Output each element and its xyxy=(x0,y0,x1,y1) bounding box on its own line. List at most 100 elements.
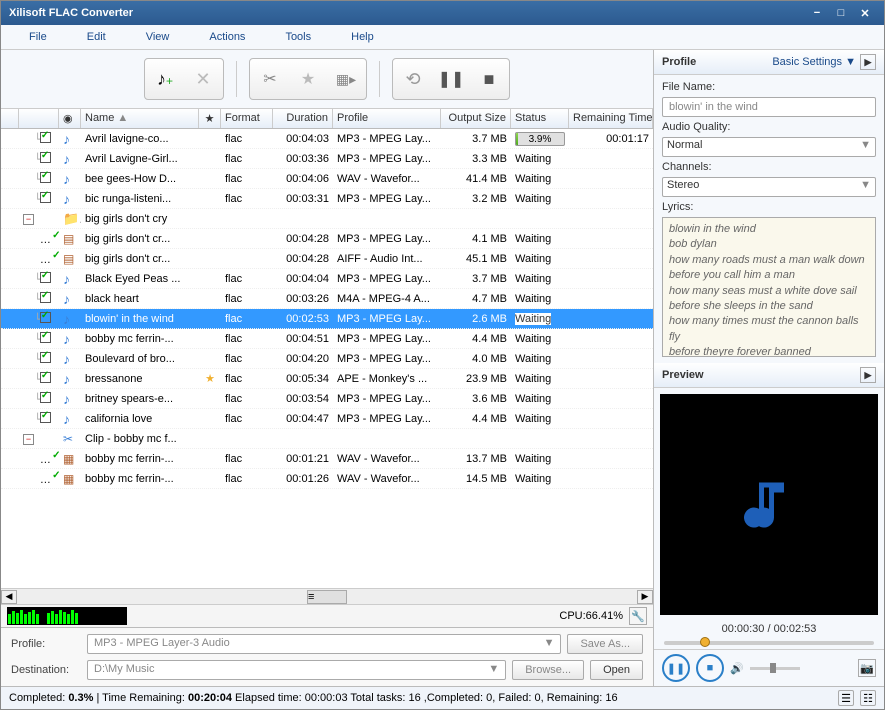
basic-settings-link[interactable]: Basic Settings ▼ xyxy=(772,56,856,68)
browse-button[interactable]: Browse... xyxy=(512,660,584,680)
status-text: Waiting xyxy=(515,173,551,185)
column-status[interactable]: Status xyxy=(511,109,569,128)
filename-input[interactable] xyxy=(662,97,876,117)
destination-input[interactable]: D:\My Music▼ xyxy=(87,660,506,680)
table-row[interactable]: └▦bobby mc ferrin-...flac00:01:21WAV - W… xyxy=(1,449,653,469)
lyrics-textarea[interactable]: blowin in the windbob dylanhow many road… xyxy=(662,217,876,357)
table-row[interactable]: └♪california loveflac00:04:47MP3 - MPEG … xyxy=(1,409,653,429)
table-row[interactable]: −✂Clip - bobby mc f... xyxy=(1,429,653,449)
row-format: flac xyxy=(221,372,273,386)
row-duration: 00:04:06 xyxy=(273,172,333,186)
preview-panel-collapse-button[interactable]: ▶ xyxy=(860,367,876,383)
channels-select[interactable]: Stereo▼ xyxy=(662,177,876,197)
table-row[interactable]: └♪bic runga-listeni...flac00:03:31MP3 - … xyxy=(1,189,653,209)
row-checkbox[interactable] xyxy=(40,372,51,383)
horizontal-scrollbar[interactable]: ◀ ≡ ▶ xyxy=(1,588,653,604)
row-checkbox[interactable] xyxy=(51,472,59,483)
profile-panel-collapse-button[interactable]: ▶ xyxy=(860,54,876,70)
open-button[interactable]: Open xyxy=(590,660,643,680)
table-row[interactable]: −📁big girls don't cry xyxy=(1,209,653,229)
status-list-button[interactable]: ☰ xyxy=(838,690,854,706)
favorite-button[interactable]: ★ xyxy=(290,61,326,97)
preview-seek-slider[interactable] xyxy=(664,641,874,645)
table-row[interactable]: └♪bee gees-How D...flac00:04:06WAV - Wav… xyxy=(1,169,653,189)
table-row[interactable]: └▤big girls don't cr...00:04:28AIFF - Au… xyxy=(1,249,653,269)
list-header: ◉ Name ▲ ★ Format Duration Profile Outpu… xyxy=(1,109,653,129)
row-checkbox[interactable] xyxy=(40,292,51,303)
row-checkbox[interactable] xyxy=(40,392,51,403)
row-checkbox[interactable] xyxy=(51,232,59,243)
table-row[interactable]: └♪bressanone★flac00:05:34APE - Monkey's … xyxy=(1,369,653,389)
volume-slider[interactable] xyxy=(750,667,800,670)
row-checkbox[interactable] xyxy=(40,312,51,323)
tree-toggle[interactable]: − xyxy=(23,434,34,445)
menu-help[interactable]: Help xyxy=(331,27,394,47)
status-report-button[interactable]: ☷ xyxy=(860,690,876,706)
file-list[interactable]: └♪Avril lavigne-co...flac00:04:03MP3 - M… xyxy=(1,129,653,588)
column-star[interactable]: ★ xyxy=(199,109,221,128)
status-text: Waiting xyxy=(515,313,551,325)
maximize-button[interactable]: □ xyxy=(830,5,852,21)
seek-knob[interactable] xyxy=(700,637,710,647)
row-checkbox[interactable] xyxy=(40,192,51,203)
profile-select[interactable]: MP3 - MPEG Layer-3 Audio▼ xyxy=(87,634,561,654)
remove-file-button[interactable]: ✕ xyxy=(185,61,221,97)
table-row[interactable]: └♪Avril Lavigne-Girl...flac00:03:36MP3 -… xyxy=(1,149,653,169)
row-profile: M4A - MPEG-4 A... xyxy=(333,292,441,306)
clip-button[interactable]: ✂ xyxy=(252,61,288,97)
scroll-left-button[interactable]: ◀ xyxy=(1,590,17,604)
effects-button[interactable]: ▦▸ xyxy=(328,61,364,97)
play-pause-button[interactable]: ❚❚ xyxy=(662,654,690,682)
pause-button[interactable]: ❚❚ xyxy=(433,61,469,97)
preview-viewport xyxy=(660,394,878,615)
column-output-size[interactable]: Output Size xyxy=(441,109,511,128)
scroll-thumb[interactable]: ≡ xyxy=(307,590,347,604)
stop-button[interactable]: ■ xyxy=(471,61,507,97)
row-checkbox[interactable] xyxy=(51,452,59,463)
snapshot-button[interactable]: 📷 xyxy=(858,659,876,677)
column-type-icon[interactable]: ◉ xyxy=(59,109,81,128)
row-checkbox[interactable] xyxy=(40,332,51,343)
row-checkbox[interactable] xyxy=(51,252,59,263)
table-row[interactable]: └♪black heartflac00:03:26M4A - MPEG-4 A.… xyxy=(1,289,653,309)
row-checkbox[interactable] xyxy=(40,172,51,183)
add-file-button[interactable]: ♪+ xyxy=(147,61,183,97)
player-stop-button[interactable]: ■ xyxy=(696,654,724,682)
column-remaining[interactable]: Remaining Time xyxy=(569,109,653,128)
row-checkbox[interactable] xyxy=(40,272,51,283)
table-row[interactable]: └▤big girls don't cr...00:04:28MP3 - MPE… xyxy=(1,229,653,249)
scroll-right-button[interactable]: ▶ xyxy=(637,590,653,604)
menu-edit[interactable]: Edit xyxy=(67,27,126,47)
row-profile: WAV - Wavefor... xyxy=(333,172,441,186)
table-row[interactable]: └♪Avril lavigne-co...flac00:04:03MP3 - M… xyxy=(1,129,653,149)
column-format[interactable]: Format xyxy=(221,109,273,128)
row-duration: 00:04:51 xyxy=(273,332,333,346)
menu-file[interactable]: File xyxy=(9,27,67,47)
minimize-button[interactable]: − xyxy=(806,5,828,21)
table-row[interactable]: └♪blowin' in the windflac00:02:53MP3 - M… xyxy=(1,309,653,329)
table-row[interactable]: └▦bobby mc ferrin-...flac00:01:26WAV - W… xyxy=(1,469,653,489)
tree-toggle[interactable]: − xyxy=(23,214,34,225)
table-row[interactable]: └♪britney spears-e...flac00:03:54MP3 - M… xyxy=(1,389,653,409)
row-checkbox[interactable] xyxy=(40,352,51,363)
menu-tools[interactable]: Tools xyxy=(265,27,331,47)
menu-view[interactable]: View xyxy=(126,27,190,47)
volume-knob[interactable] xyxy=(770,663,776,673)
row-checkbox[interactable] xyxy=(40,132,51,143)
row-checkbox[interactable] xyxy=(40,152,51,163)
table-row[interactable]: └♪Boulevard of bro...flac00:04:20MP3 - M… xyxy=(1,349,653,369)
table-row[interactable]: └♪Black Eyed Peas ...flac00:04:04MP3 - M… xyxy=(1,269,653,289)
quality-select[interactable]: Normal▼ xyxy=(662,137,876,157)
column-profile[interactable]: Profile xyxy=(333,109,441,128)
column-name[interactable]: Name ▲ xyxy=(81,109,199,128)
row-checkbox[interactable] xyxy=(40,412,51,423)
table-row[interactable]: └♪bobby mc ferrin-...flac00:04:51MP3 - M… xyxy=(1,329,653,349)
row-duration: 00:01:21 xyxy=(273,452,333,466)
save-as-button[interactable]: Save As... xyxy=(567,634,643,654)
convert-button[interactable]: ⟲ xyxy=(395,61,431,97)
close-button[interactable]: ✕ xyxy=(854,5,876,21)
menu-actions[interactable]: Actions xyxy=(189,27,265,47)
cpu-settings-button[interactable]: 🔧 xyxy=(629,607,647,625)
row-remaining xyxy=(569,158,653,160)
column-duration[interactable]: Duration xyxy=(273,109,333,128)
